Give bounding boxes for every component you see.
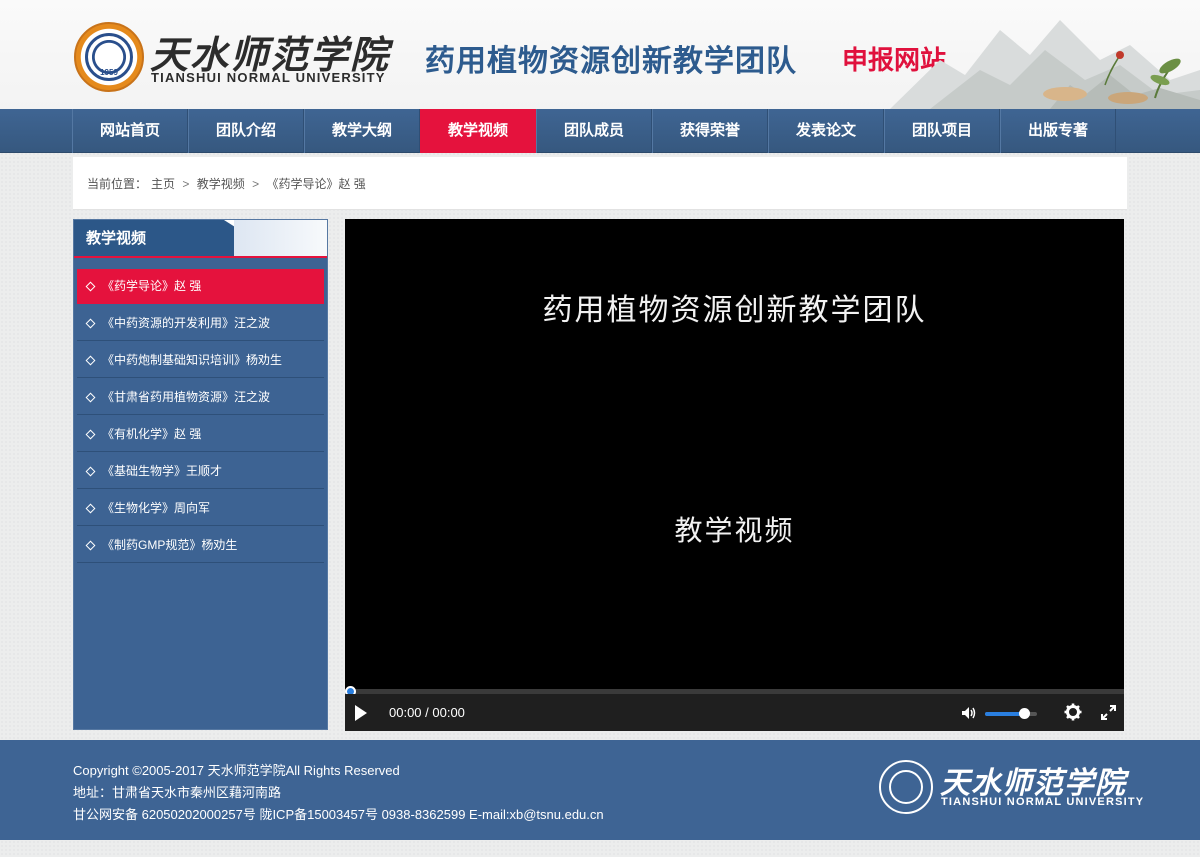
diamond-bullet-icon [85,429,96,439]
gear-icon[interactable] [1064,703,1082,721]
volume-slider[interactable] [985,708,1037,719]
video-list-item[interactable]: 《有机化学》赵 强 [77,417,324,452]
video-controls: 00:00 / 00:00 [345,694,1124,731]
video-frame-title: 药用植物资源创新教学团队 [542,293,927,328]
nav-item[interactable]: 教学视频 [420,109,536,153]
nav-items: 网站首页 团队介绍 教学大纲 教学视频 团队成员 获得荣誉 发表论文 团队项目 出版专著 [72,109,1116,153]
diamond-bullet-icon [85,503,96,513]
site-header: 1959 天水师范学院 TIANSHUI NORMAL UNIVERSITY 药… [0,0,1200,109]
diamond-bullet-icon [85,392,96,402]
video-list-item-label: 《药学导论》赵 强 [102,278,202,293]
footer-university-name-en: TIANSHUI NORMAL UNIVERSITY [941,796,1145,808]
video-time: 00:00 / 00:00 [389,705,465,720]
site-footer: Copyright ©2005-2017 天水师范学院All Rights Re… [0,740,1200,840]
sidebar-header: 教学视频 [74,220,327,258]
video-list-item-label: 《基础生物学》王顺才 [102,463,223,478]
video-list-item-label: 《中药炮制基础知识培训》杨劝生 [102,352,283,367]
footer-address: 地址：甘肃省天水市秦州区藉河南路 [73,785,282,800]
footer-emblem-icon [879,760,933,814]
video-list-item[interactable]: 《药学导论》赵 强 [77,269,324,304]
video-list-item-label: 《中药资源的开发利用》汪之波 [102,315,271,330]
emblem-year: 1959 [100,68,118,77]
nav-item[interactable]: 网站首页 [72,109,188,153]
nav-item[interactable]: 团队介绍 [188,109,304,153]
footer-copyright: Copyright ©2005-2017 天水师范学院All Rights Re… [73,763,400,778]
sidebar-title: 教学视频 [74,220,284,256]
video-list-item-label: 《甘肃省药用植物资源》汪之波 [102,389,271,404]
breadcrumb-separator: > [182,177,190,191]
sidebar-header-decoration [234,220,327,256]
volume-knob[interactable] [1019,708,1030,719]
sidebar: 教学视频 《药学导论》赵 强《中药资源的开发利用》汪之波 《中药炮制基础知识培训》… [73,219,328,730]
site-title: 药用植物资源创新教学团队 [425,45,797,78]
video-player[interactable]: 药用植物资源创新教学团队 教学视频 00:00 / 00:00 [345,219,1124,731]
footer-record: 甘公网安备 62050202000257号 陇ICP备15003457号 093… [73,807,604,822]
video-list: 《药学导论》赵 强《中药资源的开发利用》汪之波 《中药炮制基础知识培训》杨劝生 《甘… [74,258,327,563]
breadcrumb-separator: > [252,177,260,191]
footer-info: Copyright ©2005-2017 天水师范学院All Rights Re… [73,760,604,826]
video-frame-subtitle: 教学视频 [674,514,795,547]
university-name-en: TIANSHUI NORMAL UNIVERSITY [151,70,386,85]
nav-item[interactable]: 团队项目 [884,109,1000,153]
nav-item[interactable]: 出版专著 [1000,109,1116,153]
main-nav: 网站首页 团队介绍 教学大纲 教学视频 团队成员 获得荣誉 发表论文 团队项目 出版专著 [0,109,1200,153]
breadcrumb-prefix: 当前位置： [87,177,148,191]
video-list-item[interactable]: 《甘肃省药用植物资源》汪之波 [77,380,324,415]
diamond-bullet-icon [85,540,96,550]
video-list-item[interactable]: 《基础生物学》王顺才 [77,454,324,489]
breadcrumb-bar: 当前位置： 主页 > 教学视频 > 《药学导论》赵 强 [73,157,1127,210]
video-list-item-label: 《有机化学》赵 强 [102,426,202,441]
video-list-item-label: 《制药GMP规范》杨劝生 [102,537,238,552]
video-list-item-label: 《生物化学》周向军 [102,500,211,515]
video-list-item[interactable]: 《中药炮制基础知识培训》杨劝生 [77,343,324,378]
video-list-item[interactable]: 《制药GMP规范》杨劝生 [77,528,324,563]
landscape-herb-illustration [890,20,1200,109]
nav-item[interactable]: 教学大纲 [304,109,420,153]
footer-emblem-ring [889,770,923,804]
volume-icon[interactable] [961,706,977,720]
diamond-bullet-icon [85,318,96,328]
nav-item[interactable]: 发表论文 [768,109,884,153]
university-emblem-icon[interactable]: 1959 [74,22,144,92]
diamond-bullet-icon [85,355,96,365]
play-icon[interactable] [355,705,367,721]
fullscreen-icon[interactable] [1101,705,1116,720]
diamond-bullet-icon [85,281,96,291]
breadcrumb: 当前位置： 主页 > 教学视频 > 《药学导论》赵 强 [87,175,370,192]
breadcrumb-current: 《药学导论》赵 强 [266,177,366,191]
nav-item[interactable]: 获得荣誉 [652,109,768,153]
video-list-item[interactable]: 《中药资源的开发利用》汪之波 [77,306,324,341]
video-list-item[interactable]: 《生物化学》周向军 [77,491,324,526]
nav-item[interactable]: 团队成员 [536,109,652,153]
breadcrumb-home-link[interactable]: 主页 [151,177,175,191]
breadcrumb-section-link[interactable]: 教学视频 [197,177,245,191]
diamond-bullet-icon [85,466,96,476]
